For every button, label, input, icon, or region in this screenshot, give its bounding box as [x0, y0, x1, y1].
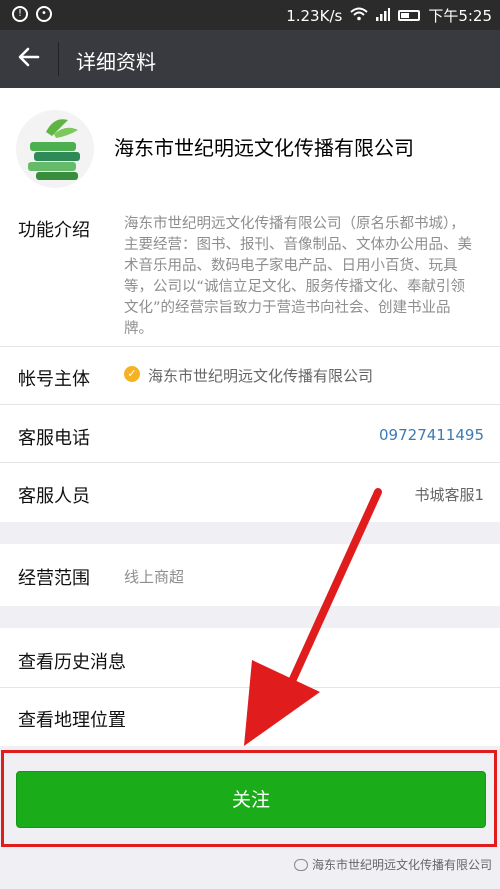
watermark-text: 海东市世纪明远文化传播有限公司	[311, 858, 492, 872]
watermark: 海东市世纪明远文化传播有限公司	[293, 856, 492, 873]
wechat-icon	[293, 858, 308, 871]
follow-button[interactable]: 关注	[16, 771, 486, 828]
